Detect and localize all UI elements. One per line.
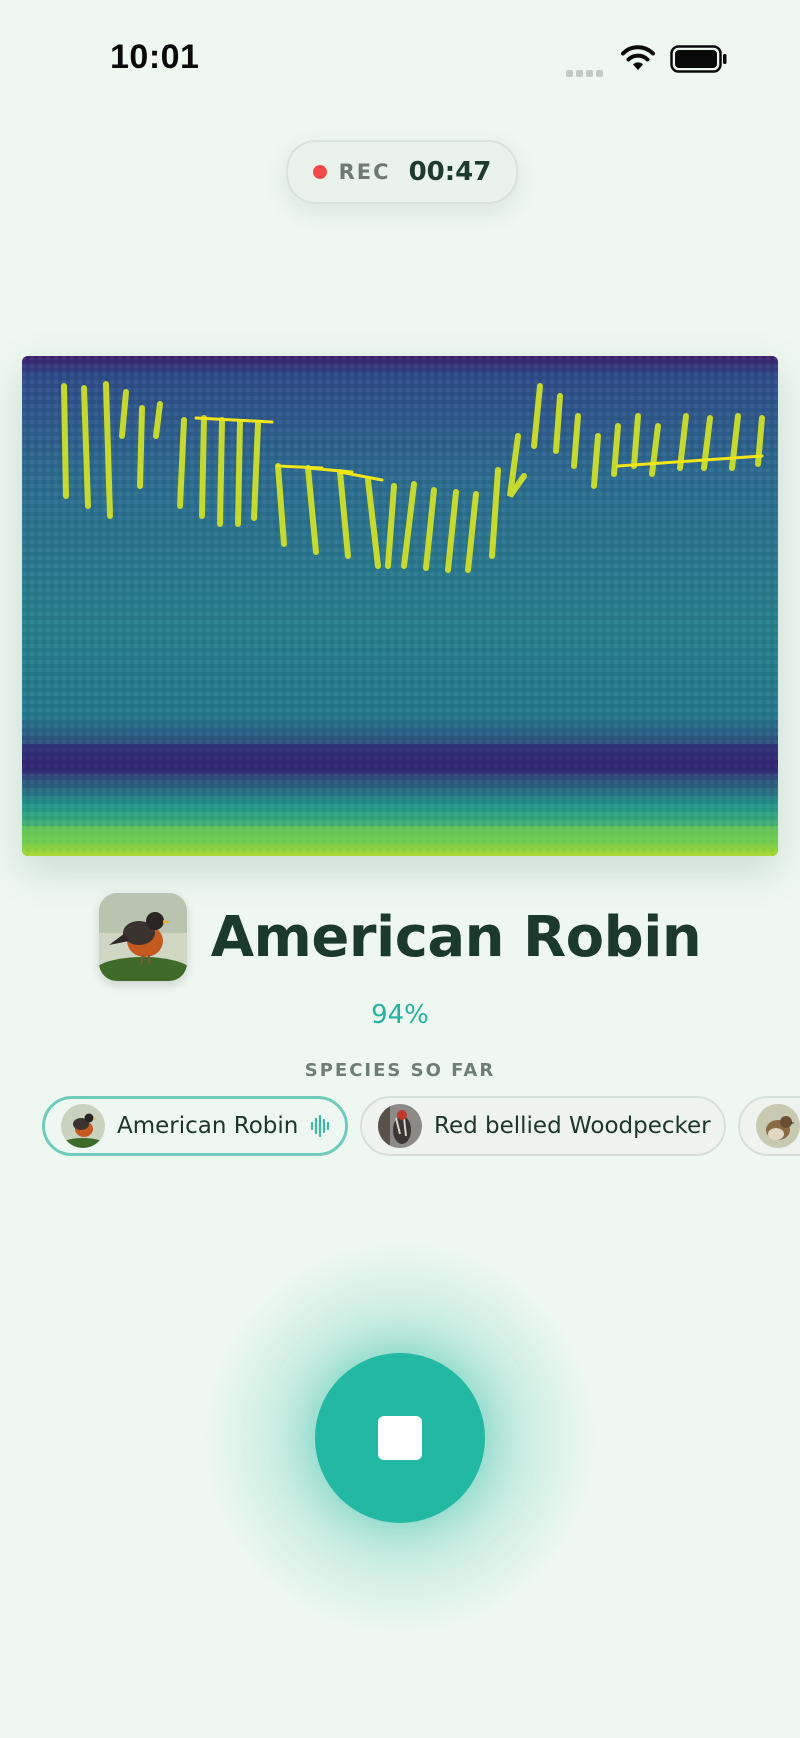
sparrow-avatar-icon	[756, 1104, 800, 1148]
woodpecker-avatar-icon	[378, 1104, 422, 1148]
species-chip-red-bellied-woodpecker[interactable]: Red bellied Woodpecker	[360, 1096, 726, 1156]
battery-icon	[670, 45, 727, 73]
status-time: 10:01	[110, 38, 200, 76]
stop-icon	[378, 1416, 422, 1460]
stop-recording-button[interactable]	[315, 1353, 485, 1523]
species-chip-sparrow[interactable]	[738, 1096, 800, 1156]
audio-wave-icon	[311, 1115, 330, 1137]
recording-timer: 00:47	[408, 157, 492, 187]
species-chip-label: American Robin	[117, 1113, 299, 1139]
species-chip-american-robin[interactable]: American Robin	[42, 1096, 348, 1156]
status-bar: 10:01	[0, 0, 800, 120]
signal-icon	[566, 62, 606, 81]
species-so-far-heading: SPECIES SO FAR	[304, 1060, 496, 1081]
recording-dot-icon	[312, 165, 327, 179]
recording-indicator: REC 00:47	[286, 140, 518, 204]
recording-label: REC	[338, 160, 391, 184]
confidence-score: 94%	[371, 1000, 429, 1030]
robin-photo-icon	[98, 893, 187, 981]
current-detection: American Robin	[0, 892, 800, 982]
detected-species-name: American Robin	[210, 904, 702, 970]
species-chip-label: Red bellied Woodpecker	[434, 1113, 711, 1139]
robin-avatar-icon	[61, 1104, 105, 1148]
wifi-icon	[621, 45, 655, 70]
live-spectrogram	[22, 356, 778, 856]
species-list: American Robin Red bellied Woodpecker	[0, 1094, 800, 1158]
